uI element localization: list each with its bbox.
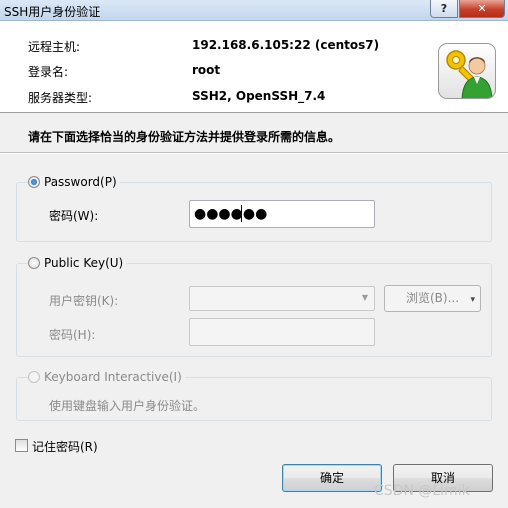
keyboard-interactive-description: 使用键盘输入用户身份验证。: [49, 399, 206, 413]
radio-disabled-icon: [28, 371, 40, 383]
connection-info-panel: 远程主机: 192.168.6.105:22 (centos7) 登录名: ro…: [0, 21, 508, 113]
password-radio[interactable]: Password(P): [28, 175, 120, 191]
help-button[interactable]: ?: [430, 0, 458, 18]
chevron-down-icon: ▼: [361, 293, 368, 302]
close-button[interactable]: ✕: [459, 0, 505, 18]
text-caret: [241, 205, 242, 222]
dropdown-arrow-icon: ▾: [470, 295, 475, 305]
remember-password-checkbox[interactable]: [15, 439, 28, 452]
radio-unchecked-icon: [28, 257, 40, 269]
login-name-value: root: [192, 63, 221, 77]
password-input[interactable]: ●●●●●●: [189, 200, 375, 228]
server-type-value: SSH2, OpenSSH_7.4: [192, 89, 326, 103]
password-masked-value: ●●●●●●: [194, 206, 268, 222]
password-radio-label: Password(P): [44, 175, 117, 189]
window-title: SSH用户身份验证: [4, 5, 101, 19]
user-key-select[interactable]: ▼: [189, 286, 375, 311]
user-key-label: 用户密钥(K):: [49, 294, 119, 308]
publickey-radio-label: Public Key(U): [44, 256, 124, 270]
passphrase-label: 密码(H):: [49, 328, 96, 342]
title-bar[interactable]: SSH用户身份验证 ? ✕: [0, 0, 508, 21]
keyboard-interactive-radio[interactable]: Keyboard Interactive(I): [28, 370, 185, 386]
watermark-text: CSDN @Limik: [374, 483, 470, 499]
browse-button[interactable]: 浏览(B)... ▾: [384, 285, 481, 312]
login-name-label: 登录名:: [28, 65, 69, 79]
publickey-radio[interactable]: Public Key(U): [28, 256, 127, 272]
server-type-label: 服务器类型:: [28, 91, 93, 105]
remote-host-value: 192.168.6.105:22 (centos7): [192, 38, 380, 52]
radio-checked-icon: [28, 176, 40, 188]
header-divider: [0, 152, 508, 154]
password-field-label: 密码(W):: [49, 209, 99, 223]
remote-host-label: 远程主机:: [28, 40, 81, 54]
ok-button[interactable]: 确定: [282, 464, 382, 492]
passphrase-input[interactable]: [189, 318, 375, 346]
remember-password-label[interactable]: 记住密码(R): [32, 438, 98, 455]
instruction-text: 请在下面选择恰当的身份验证方法并提供登录所需的信息。: [28, 130, 341, 144]
user-key-icon: [438, 43, 496, 99]
keyboard-interactive-label: Keyboard Interactive(I): [44, 370, 182, 384]
browse-button-label: 浏览(B)...: [405, 291, 460, 305]
